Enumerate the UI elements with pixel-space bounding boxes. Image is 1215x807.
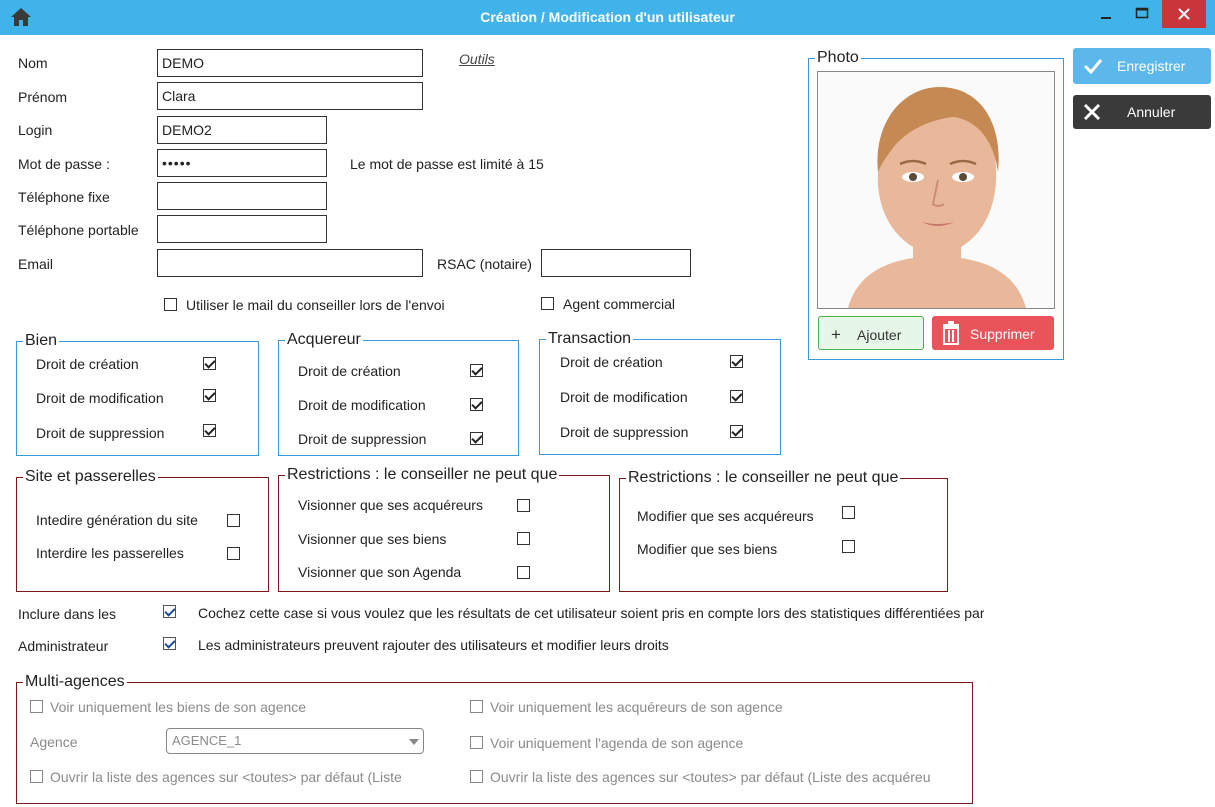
transaction-legend: Transaction	[546, 330, 633, 348]
stats-description: Cochez cette case si vous voulez que les…	[198, 605, 985, 621]
voir-acquereurs-label: Voir uniquement les acquéreurs de son ag…	[490, 699, 783, 715]
ouvrir-liste-biens-checkbox[interactable]	[30, 770, 43, 783]
view-agenda-label: Visionner que son Agenda	[298, 564, 462, 580]
multi-agences-legend: Multi-agences	[23, 673, 127, 691]
tel-portable-label: Téléphone portable	[18, 222, 139, 238]
edit-acquereurs-label: Modifier que ses acquéreurs	[637, 508, 814, 524]
login-input[interactable]: DEMO2	[157, 116, 327, 144]
bien-creation-label: Droit de création	[36, 356, 139, 372]
restrictions-edit-legend: Restrictions : le conseiller ne peut que	[626, 469, 901, 487]
transaction-suppression-label: Droit de suppression	[560, 424, 689, 440]
agent-commercial-label: Agent commercial	[563, 296, 676, 312]
voir-biens-label: Voir uniquement les biens de son agence	[50, 699, 307, 715]
plus-icon: +	[831, 325, 841, 344]
rsac-input[interactable]	[541, 249, 691, 277]
bien-suppression-checkbox[interactable]	[203, 424, 216, 437]
admin-description: Les administrateurs preuvent rajouter de…	[198, 637, 669, 653]
restrictions-view-legend: Restrictions : le conseiller ne peut que	[285, 466, 560, 484]
trash-icon	[943, 321, 959, 345]
bien-creation-checkbox[interactable]	[203, 357, 216, 370]
view-biens-checkbox[interactable]	[517, 532, 530, 545]
agence-select[interactable]: AGENCE_1	[166, 728, 424, 754]
admin-label: Administrateur	[18, 638, 109, 654]
save-button[interactable]: Enregistrer	[1073, 48, 1211, 84]
acquereur-modification-checkbox[interactable]	[470, 398, 483, 411]
chevron-down-icon	[409, 739, 419, 745]
x-icon	[1083, 103, 1101, 121]
agence-label: Agence	[30, 734, 78, 750]
user-photo	[818, 72, 1054, 308]
view-acquereurs-label: Visionner que ses acquéreurs	[298, 497, 483, 513]
site-group: Site et passerelles	[16, 468, 269, 592]
transaction-creation-checkbox[interactable]	[730, 355, 743, 368]
window-title: Création / Modification d'un utilisateur	[480, 9, 735, 25]
acquereur-creation-checkbox[interactable]	[470, 364, 483, 377]
email-label: Email	[18, 256, 54, 272]
rsac-label: RSAC (notaire)	[437, 256, 532, 272]
nom-label: Nom	[18, 55, 48, 71]
restrictions-edit-group: Restrictions : le conseiller ne peut que	[619, 469, 948, 592]
edit-acquereurs-checkbox[interactable]	[842, 506, 855, 519]
cancel-button[interactable]: Annuler	[1073, 95, 1211, 129]
view-agenda-checkbox[interactable]	[517, 566, 530, 579]
voir-agenda-checkbox[interactable]	[470, 736, 483, 749]
outils-link[interactable]: Outils	[459, 51, 495, 67]
ouvrir-liste-biens-label: Ouvrir la liste des agences sur <toutes>…	[50, 769, 402, 785]
use-mail-checkbox[interactable]	[164, 298, 177, 311]
maximize-icon[interactable]	[1128, 0, 1156, 28]
use-mail-label: Utiliser le mail du conseiller lors de l…	[186, 297, 445, 313]
password-input[interactable]: •••••	[157, 149, 327, 177]
transaction-suppression-checkbox[interactable]	[730, 425, 743, 438]
voir-biens-checkbox[interactable]	[30, 700, 43, 713]
transaction-modification-checkbox[interactable]	[730, 390, 743, 403]
acquereur-modification-label: Droit de modification	[298, 397, 426, 413]
transaction-modification-label: Droit de modification	[560, 389, 688, 405]
edit-biens-label: Modifier que ses biens	[637, 541, 778, 557]
admin-checkbox[interactable]	[163, 637, 176, 650]
bien-legend: Bien	[23, 332, 60, 350]
bien-modification-checkbox[interactable]	[203, 389, 216, 402]
stats-label: Inclure dans les	[18, 606, 117, 622]
edit-biens-checkbox[interactable]	[842, 540, 855, 553]
login-label: Login	[18, 122, 53, 138]
site-legend: Site et passerelles	[23, 468, 158, 486]
prenom-input[interactable]: Clara	[157, 82, 423, 110]
check-icon	[1083, 59, 1103, 75]
voir-agenda-label: Voir uniquement l'agenda de son agence	[490, 735, 744, 751]
acquereur-creation-label: Droit de création	[298, 363, 401, 379]
acquereur-suppression-checkbox[interactable]	[470, 432, 483, 445]
title-bar: Création / Modification d'un utilisateur	[0, 0, 1215, 35]
stats-checkbox[interactable]	[163, 605, 176, 618]
acquereur-suppression-label: Droit de suppression	[298, 431, 427, 447]
view-acquereurs-checkbox[interactable]	[517, 499, 530, 512]
bien-suppression-label: Droit de suppression	[36, 425, 165, 441]
transaction-creation-label: Droit de création	[560, 354, 663, 370]
bien-modification-label: Droit de modification	[36, 390, 164, 406]
email-input[interactable]	[157, 249, 423, 277]
add-photo-button[interactable]: + Ajouter	[818, 316, 924, 350]
tel-fixe-input[interactable]	[157, 182, 327, 210]
minimize-icon[interactable]	[1092, 0, 1120, 28]
nom-input[interactable]: DEMO	[157, 49, 423, 77]
ouvrir-liste-acquereurs-label: Ouvrir la liste des agences sur <toutes>…	[490, 769, 931, 785]
acquereur-legend: Acquereur	[285, 331, 363, 349]
delete-photo-button[interactable]: Supprimer	[932, 316, 1054, 350]
password-label: Mot de passe :	[18, 156, 110, 172]
password-hint: Le mot de passe est limité à 15	[350, 156, 544, 172]
agent-commercial-checkbox[interactable]	[541, 297, 554, 310]
photo-legend: Photo	[815, 49, 861, 67]
tel-portable-input[interactable]	[157, 215, 327, 243]
passerelles-label: Interdire les passerelles	[36, 545, 184, 561]
site-generation-label: Intedire génération du site	[36, 512, 198, 528]
prenom-label: Prénom	[18, 89, 68, 105]
view-biens-label: Visionner que ses biens	[298, 531, 447, 547]
close-icon[interactable]	[1162, 0, 1206, 28]
voir-acquereurs-checkbox[interactable]	[470, 700, 483, 713]
ouvrir-liste-acquereurs-checkbox[interactable]	[470, 770, 483, 783]
tel-fixe-label: Téléphone fixe	[18, 189, 110, 205]
site-generation-checkbox[interactable]	[227, 514, 240, 527]
passerelles-checkbox[interactable]	[227, 547, 240, 560]
photo-frame	[817, 71, 1055, 309]
